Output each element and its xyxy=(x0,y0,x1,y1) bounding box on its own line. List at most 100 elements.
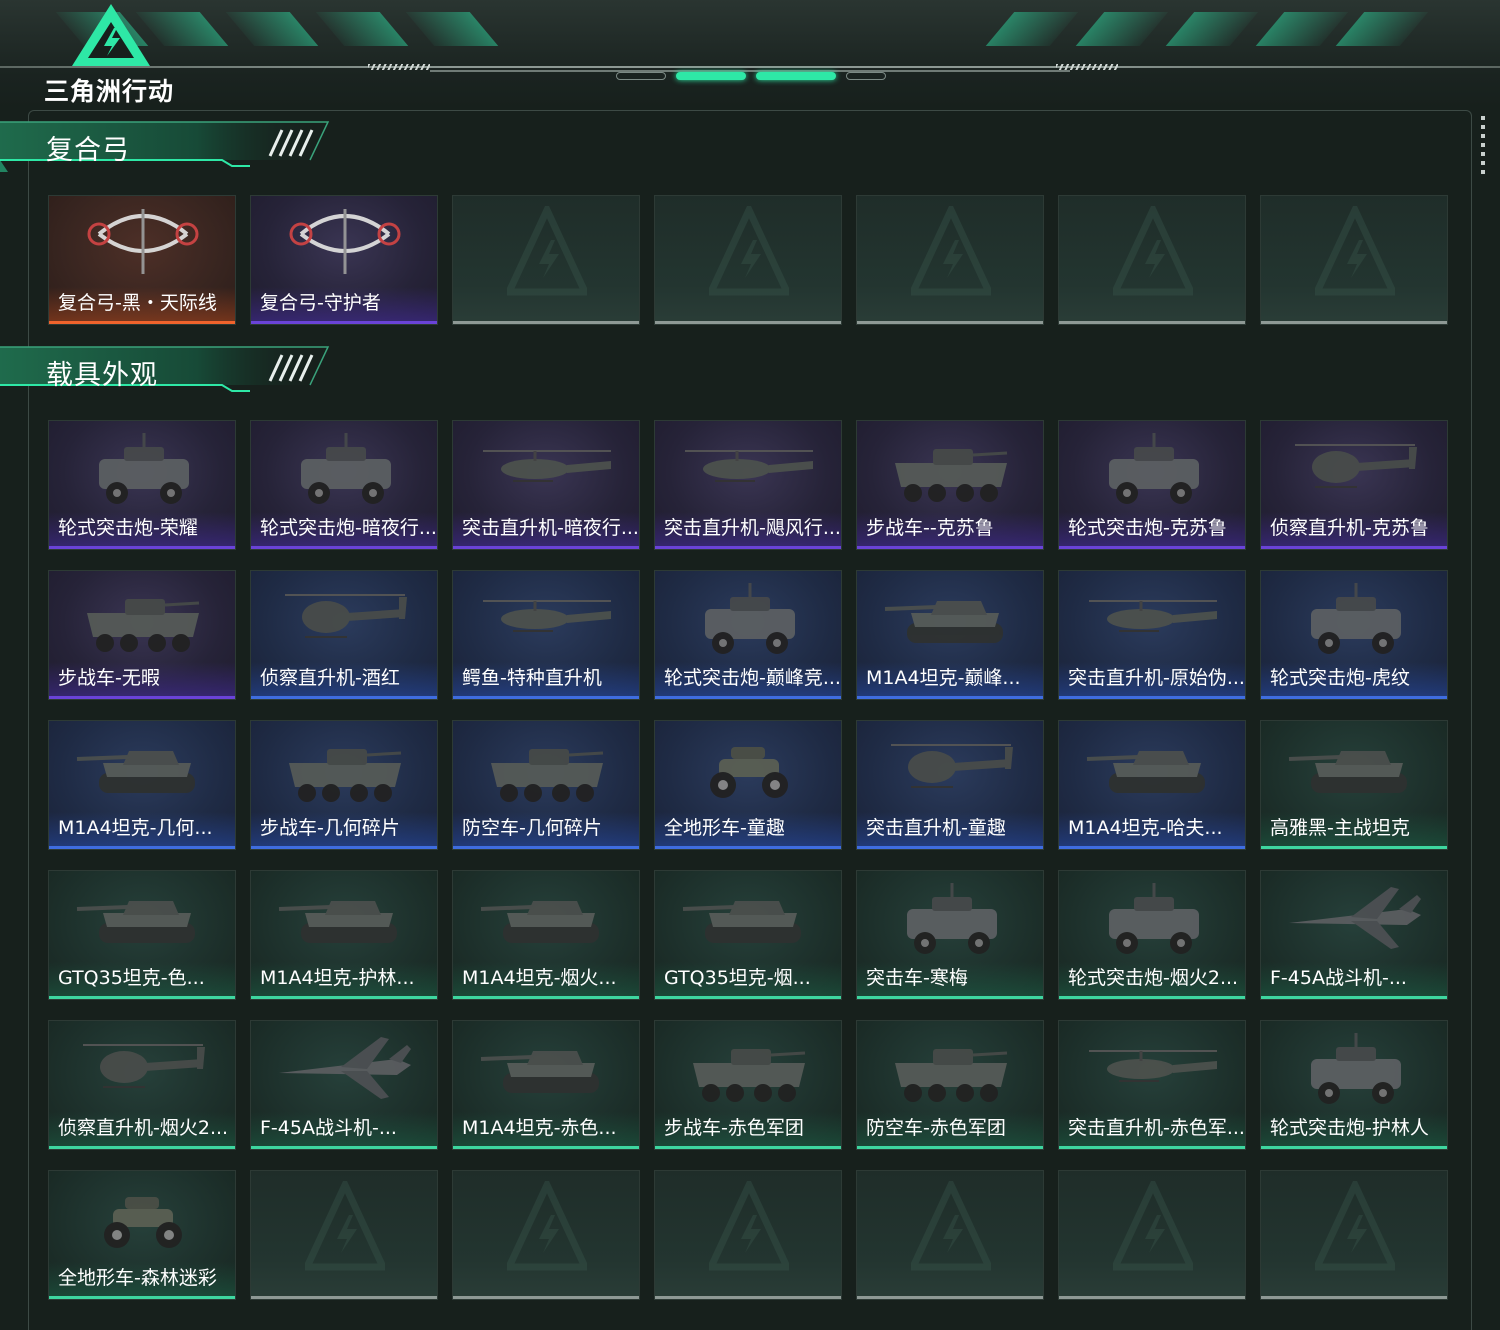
item-card[interactable]: 突击直升机-童趣 xyxy=(856,720,1044,850)
item-card[interactable]: F-45A战斗机-... xyxy=(1260,870,1448,1000)
item-name: 轮式突击炮-烟火2... xyxy=(1059,962,1245,996)
item-card[interactable]: 防空车-赤色军团 xyxy=(856,1020,1044,1150)
rarity-bar xyxy=(655,996,841,999)
item-card[interactable]: M1A4坦克-赤色... xyxy=(452,1020,640,1150)
item-card[interactable]: 轮式突击炮-暗夜行... xyxy=(250,420,438,550)
item-card[interactable]: M1A4坦克-烟火... xyxy=(452,870,640,1000)
item-card[interactable]: 复合弓-黑・天际线 xyxy=(48,195,236,325)
ifv-icon xyxy=(289,749,402,802)
tank-icon xyxy=(76,901,195,943)
armored-car-icon xyxy=(99,433,189,504)
fighter-jet-icon xyxy=(279,1037,411,1099)
top-banner xyxy=(0,0,1500,108)
rarity-bar xyxy=(251,996,437,999)
item-name: M1A4坦克-哈夫... xyxy=(1059,812,1245,846)
rarity-bar xyxy=(857,546,1043,549)
scout-helicopter-icon xyxy=(1295,444,1417,488)
attack-helicopter-icon xyxy=(685,450,813,482)
item-name: 全地形车-森林迷彩 xyxy=(49,1262,235,1296)
attack-helicopter-icon xyxy=(1089,1050,1217,1082)
rarity-bar xyxy=(655,1296,841,1299)
section-header-compound-bow: 复合弓 xyxy=(0,120,330,172)
item-card[interactable]: 轮式突击炮-荣耀 xyxy=(48,420,236,550)
rarity-bar xyxy=(251,696,437,699)
item-card[interactable]: 步战车-几何碎片 xyxy=(250,720,438,850)
delta-watermark-icon xyxy=(1113,206,1193,296)
rarity-bar xyxy=(251,546,437,549)
item-name: M1A4坦克-赤色... xyxy=(453,1112,639,1146)
attack-helicopter-icon xyxy=(1089,600,1217,632)
attack-helicopter-icon xyxy=(483,600,611,632)
item-card[interactable]: 轮式突击炮-护林人 xyxy=(1260,1020,1448,1150)
item-card[interactable]: F-45A战斗机-... xyxy=(250,1020,438,1150)
item-card[interactable]: 侦察直升机-烟火2... xyxy=(48,1020,236,1150)
item-card[interactable]: 步战车-无暇 xyxy=(48,570,236,700)
rarity-bar xyxy=(1261,321,1447,324)
fighter-jet-icon xyxy=(1289,887,1421,949)
delta-watermark-icon xyxy=(1315,1181,1395,1271)
item-name: 轮式突击炮-虎纹 xyxy=(1261,662,1447,696)
rarity-bar xyxy=(49,321,235,324)
rarity-bar xyxy=(49,1296,235,1299)
item-card[interactable]: M1A4坦克-护林... xyxy=(250,870,438,1000)
item-card[interactable]: M1A4坦克-哈夫... xyxy=(1058,720,1246,850)
item-card[interactable]: 鳄鱼-特种直升机 xyxy=(452,570,640,700)
rarity-bar xyxy=(49,996,235,999)
delta-watermark-icon xyxy=(709,206,789,296)
item-name: 复合弓-守护者 xyxy=(251,287,437,321)
delta-watermark-icon xyxy=(1113,1181,1193,1271)
item-card[interactable]: 轮式突击炮-烟火2... xyxy=(1058,870,1246,1000)
item-card[interactable]: 突击直升机-赤色军... xyxy=(1058,1020,1246,1150)
item-card[interactable]: 步战车-赤色军团 xyxy=(654,1020,842,1150)
item-card[interactable]: 突击直升机-原始伪... xyxy=(1058,570,1246,700)
item-card[interactable]: GTQ35坦克-色... xyxy=(48,870,236,1000)
section-title: 复合弓 xyxy=(46,135,130,166)
item-card[interactable]: 全地形车-童趣 xyxy=(654,720,842,850)
rarity-bar xyxy=(1059,1146,1245,1149)
empty-slot xyxy=(452,195,640,325)
item-name: 侦察直升机-烟火2... xyxy=(49,1112,235,1146)
section-title: 载具外观 xyxy=(46,360,158,391)
item-card[interactable]: GTQ35坦克-烟... xyxy=(654,870,842,1000)
item-card[interactable]: 侦察直升机-酒红 xyxy=(250,570,438,700)
item-card[interactable]: 侦察直升机-克苏鲁 xyxy=(1260,420,1448,550)
item-card[interactable]: 突击直升机-飓风行... xyxy=(654,420,842,550)
item-card[interactable]: M1A4坦克-巅峰... xyxy=(856,570,1044,700)
rarity-bar xyxy=(1059,696,1245,699)
item-name: 步战车-赤色军团 xyxy=(655,1112,841,1146)
item-card[interactable]: M1A4坦克-几何... xyxy=(48,720,236,850)
item-name: F-45A战斗机-... xyxy=(251,1112,437,1146)
rarity-bar xyxy=(857,1296,1043,1299)
rarity-bar xyxy=(1059,546,1245,549)
item-card[interactable]: 轮式突击炮-克苏鲁 xyxy=(1058,420,1246,550)
item-name: 突击直升机-原始伪... xyxy=(1059,662,1245,696)
item-card[interactable]: 全地形车-森林迷彩 xyxy=(48,1170,236,1300)
empty-slot xyxy=(856,1170,1044,1300)
attack-helicopter-icon xyxy=(483,450,611,482)
empty-slot xyxy=(1058,195,1246,325)
item-card[interactable]: 轮式突击炮-巅峰竞... xyxy=(654,570,842,700)
item-card[interactable]: 复合弓-守护者 xyxy=(250,195,438,325)
delta-watermark-icon xyxy=(911,206,991,296)
scroll-indicator[interactable] xyxy=(1481,116,1485,178)
item-name: M1A4坦克-几何... xyxy=(49,812,235,846)
item-card[interactable]: 防空车-几何碎片 xyxy=(452,720,640,850)
item-name: M1A4坦克-烟火... xyxy=(453,962,639,996)
item-card[interactable]: 突击车-寒梅 xyxy=(856,870,1044,1000)
rarity-bar xyxy=(251,846,437,849)
compound-bow-icon xyxy=(87,209,199,274)
rarity-bar xyxy=(1059,846,1245,849)
tank-icon xyxy=(682,901,801,943)
item-card[interactable]: 突击直升机-暗夜行... xyxy=(452,420,640,550)
delta-watermark-icon xyxy=(911,1181,991,1271)
rarity-bar xyxy=(1059,1296,1245,1299)
item-name: 轮式突击炮-护林人 xyxy=(1261,1112,1447,1146)
item-name: 步战车--克苏鲁 xyxy=(857,512,1043,546)
item-name: GTQ35坦克-色... xyxy=(49,962,235,996)
item-card[interactable]: 步战车--克苏鲁 xyxy=(856,420,1044,550)
tank-icon xyxy=(278,901,397,943)
rarity-bar xyxy=(655,696,841,699)
item-card[interactable]: 轮式突击炮-虎纹 xyxy=(1260,570,1448,700)
item-card[interactable]: 高雅黑-主战坦克 xyxy=(1260,720,1448,850)
item-name: 步战车-几何碎片 xyxy=(251,812,437,846)
